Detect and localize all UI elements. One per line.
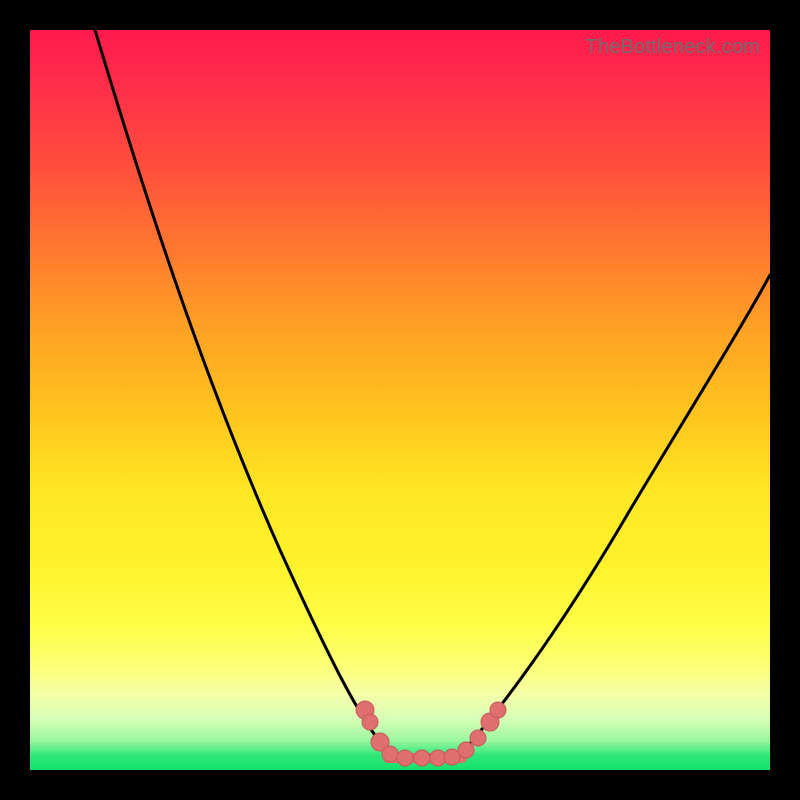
plot-area: TheBottleneck.com [30, 30, 770, 770]
curve-layer [30, 30, 770, 770]
marker-dot [470, 730, 486, 746]
chart-frame: TheBottleneck.com [0, 0, 800, 800]
marker-dot [382, 746, 398, 762]
marker-dot [362, 714, 378, 730]
marker-dot [458, 742, 474, 758]
marker-dot [397, 750, 413, 766]
right-curve [460, 275, 770, 755]
left-curve [95, 30, 390, 755]
marker-dot [490, 702, 506, 718]
marker-dot [444, 749, 460, 765]
marker-dot [414, 750, 430, 766]
